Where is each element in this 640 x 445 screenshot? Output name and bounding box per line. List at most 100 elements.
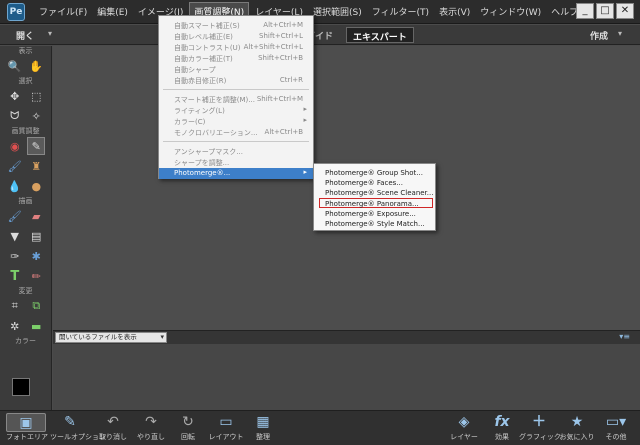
close-button[interactable]: ✕ xyxy=(616,3,634,19)
submenu-item-exposure[interactable]: Photomerge® Exposure... xyxy=(314,209,435,219)
layers-icon: ◈ xyxy=(458,414,470,430)
move-tool-icon[interactable]: ✥ xyxy=(6,87,24,105)
clone-stamp-icon[interactable]: ♜ xyxy=(27,157,45,175)
toolbox-section-select: 選択 xyxy=(18,77,33,85)
submenu-arrow-icon: ▸ xyxy=(303,116,307,124)
photo-bin-area[interactable] xyxy=(53,344,640,410)
effects-button[interactable]: fx 効果 xyxy=(482,413,522,442)
sponge-tool-icon[interactable]: ● xyxy=(27,177,45,195)
menu-separator xyxy=(163,89,309,90)
enhance-menu: 自動スマート補正(S) Alt+Ctrl+M 自動レベル補正(E) Shift+Ct… xyxy=(158,15,314,179)
menu-separator xyxy=(163,141,309,142)
menu-item-adjust-smart-fix[interactable]: スマート補正を調整(M)... Shift+Ctrl+M xyxy=(159,94,313,105)
crop-tool-icon[interactable]: ⌗ xyxy=(6,297,24,315)
organizer-icon: ▦ xyxy=(256,414,270,430)
menu-item-adjust-sharpness[interactable]: シャープを調整... xyxy=(159,157,313,168)
blur-tool-icon[interactable]: 💧 xyxy=(6,177,24,195)
spot-healing-icon[interactable]: ✎ xyxy=(27,137,46,155)
tool-options-icon: ✎ xyxy=(64,414,76,430)
menu-item-auto-contrast[interactable]: 自動コントラスト(U) Alt+Shift+Ctrl+L xyxy=(159,42,313,53)
submenu-item-faces[interactable]: Photomerge® Faces... xyxy=(314,178,435,188)
layers-button[interactable]: ◈ レイヤー xyxy=(444,413,484,442)
toolbox-section-modify: 変更 xyxy=(18,287,33,295)
graphics-button[interactable]: ＋ グラフィック xyxy=(519,413,561,442)
content-aware-move-icon[interactable]: ✲ xyxy=(6,317,24,335)
straighten-tool-icon[interactable]: ▬ xyxy=(27,317,45,335)
layout-button[interactable]: ▭ レイアウト xyxy=(206,413,246,442)
menu-edit[interactable]: 編集(E) xyxy=(93,3,132,20)
open-button[interactable]: 開く xyxy=(16,29,34,42)
restore-button[interactable]: □ xyxy=(596,3,614,19)
pencil-tool-icon[interactable]: ✏ xyxy=(27,267,45,285)
menu-item-convert-bw[interactable]: モノクロバリエーション... Alt+Ctrl+B xyxy=(159,127,313,138)
lasso-tool-icon[interactable]: ᗢ xyxy=(6,107,24,125)
redo-icon: ↷ xyxy=(145,414,157,430)
favorites-button[interactable]: ★ お気に入り xyxy=(557,413,597,442)
fx-icon: fx xyxy=(494,414,510,430)
gradient-tool-icon[interactable]: ▤ xyxy=(27,227,45,245)
toolbox-section-color: カラー xyxy=(15,337,36,345)
toolbox: 表示 🔍 ✋ 選択 ✥ ⬚ ᗢ ✧ 画質調整 ◉ ✎ 🖌 ♜ 💧 ● 描画 🖌 … xyxy=(0,46,52,410)
undo-icon: ↶ xyxy=(107,414,119,430)
chevron-down-icon: ▾ xyxy=(160,333,164,341)
bin-options-icon[interactable]: ▾≡ xyxy=(619,332,630,341)
eyedropper-icon[interactable]: ✑ xyxy=(6,247,24,265)
menu-item-lighting[interactable]: ライティング(L) ▸ xyxy=(159,105,313,116)
brush-tool-icon[interactable]: 🖌 xyxy=(6,207,24,225)
photo-bin-select[interactable]: 開いているファイルを表示 ▾ xyxy=(55,332,167,343)
minimize-button[interactable]: _ xyxy=(576,3,594,19)
photo-bin-select-value: 開いているファイルを表示 xyxy=(59,333,137,341)
toolbox-section-enhance: 画質調整 xyxy=(11,127,40,135)
foreground-color-swatch[interactable] xyxy=(12,378,30,396)
submenu-item-style-match[interactable]: Photomerge® Style Match... xyxy=(314,219,435,229)
menu-select[interactable]: 選択範囲(S) xyxy=(309,3,366,20)
menu-filter[interactable]: フィルター(T) xyxy=(368,3,433,20)
menu-window[interactable]: ウィンドウ(W) xyxy=(476,3,545,20)
photo-bin-icon: ▣ xyxy=(6,413,46,432)
menu-item-auto-red-eye[interactable]: 自動赤目修正(R) Ctrl+R xyxy=(159,75,313,86)
menu-item-color[interactable]: カラー(C) ▸ xyxy=(159,116,313,127)
app-icon[interactable]: Pe xyxy=(7,2,25,21)
submenu-arrow-icon: ▸ xyxy=(303,105,307,113)
photo-bin-button[interactable]: ▣ フォトエリア xyxy=(6,413,48,442)
menu-item-auto-levels[interactable]: 自動レベル補正(E) Shift+Ctrl+L xyxy=(159,31,313,42)
mode-bar: 開く ▾ ガイド エキスパート 作成 ▾ xyxy=(0,25,640,45)
more-button[interactable]: ▭▾ その他 xyxy=(596,413,636,442)
organizer-button[interactable]: ▦ 整理 xyxy=(243,413,283,442)
open-caret-icon[interactable]: ▾ xyxy=(48,29,52,38)
magic-wand-icon[interactable]: ✧ xyxy=(27,107,45,125)
menu-item-auto-sharpen[interactable]: 自動シャープ xyxy=(159,64,313,75)
rotate-button[interactable]: ↻ 回転 xyxy=(168,413,208,442)
menu-item-auto-color[interactable]: 自動カラー補正(T) Shift+Ctrl+B xyxy=(159,53,313,64)
submenu-item-group-shot[interactable]: Photomerge® Group Shot... xyxy=(314,168,435,178)
menu-bar: Pe ファイル(F) 編集(E) イメージ(I) 画質調整(N) レイヤー(L)… xyxy=(0,0,640,24)
menu-file[interactable]: ファイル(F) xyxy=(35,3,91,20)
undo-button[interactable]: ↶ 取り消し xyxy=(93,413,133,442)
create-caret-icon[interactable]: ▾ xyxy=(618,29,622,38)
submenu-item-panorama[interactable]: Photomerge® Panorama... xyxy=(319,198,433,208)
menu-item-photomerge[interactable]: Photomerge®... ▸ xyxy=(159,168,313,179)
menu-item-unsharp-mask[interactable]: アンシャープマスク... xyxy=(159,146,313,157)
create-button[interactable]: 作成 xyxy=(590,29,608,42)
paint-bucket-icon[interactable]: ▼ xyxy=(6,227,24,245)
photomerge-submenu: Photomerge® Group Shot... Photomerge® Fa… xyxy=(313,163,436,231)
hand-tool-icon[interactable]: ✋ xyxy=(27,57,45,75)
zoom-tool-icon[interactable]: 🔍 xyxy=(6,57,24,75)
eraser-tool-icon[interactable]: ▰ xyxy=(27,207,45,225)
submenu-item-scene-cleaner[interactable]: Photomerge® Scene Cleaner... xyxy=(314,188,435,198)
custom-shape-icon[interactable]: ✱ xyxy=(27,247,45,265)
toolbox-section-view: 表示 xyxy=(18,47,33,55)
photo-bin-bar: 開いているファイルを表示 ▾ ▾≡ xyxy=(53,330,640,344)
menu-item-auto-smart-fix[interactable]: 自動スマート補正(S) Alt+Ctrl+M xyxy=(159,20,313,31)
layout-icon: ▭ xyxy=(219,414,233,430)
tool-options-button[interactable]: ✎ ツールオプション xyxy=(50,413,106,442)
marquee-tool-icon[interactable]: ⬚ xyxy=(27,87,45,105)
smart-brush-icon[interactable]: 🖌 xyxy=(6,157,24,175)
type-tool-icon[interactable]: T xyxy=(6,267,24,285)
tab-expert[interactable]: エキスパート xyxy=(346,27,414,43)
menu-view[interactable]: 表示(V) xyxy=(435,3,474,20)
more-icon: ▭▾ xyxy=(605,414,627,430)
redo-button[interactable]: ↷ やり直し xyxy=(131,413,171,442)
recompose-tool-icon[interactable]: ⧉ xyxy=(27,297,45,315)
red-eye-tool-icon[interactable]: ◉ xyxy=(6,137,24,155)
